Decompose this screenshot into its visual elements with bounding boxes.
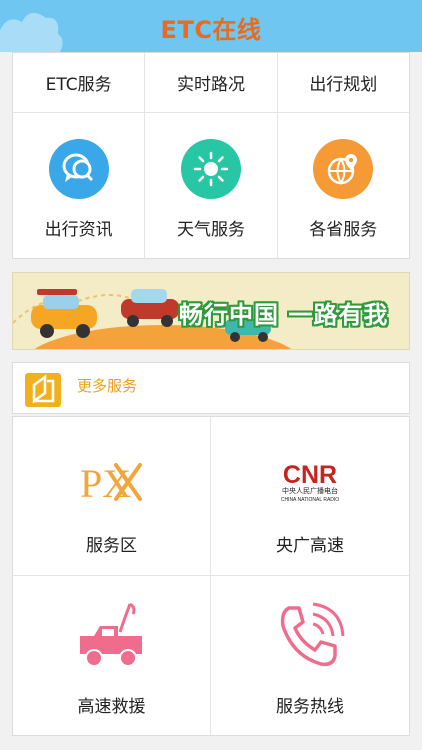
app-header: ETC在线: [0, 0, 422, 52]
province-service-button[interactable]: 各省服务: [278, 113, 409, 259]
travel-info-label: 出行资讯: [44, 220, 113, 240]
promo-banner[interactable]: 畅行中国 一路有我: [12, 272, 410, 350]
svg-text:CNR: CNR: [283, 461, 337, 489]
more-services-title: 更多服务: [77, 377, 138, 395]
svg-text:中央人民广播电台: 中央人民广播电台: [282, 486, 338, 495]
highway-rescue-button[interactable]: 高速救援: [13, 576, 211, 735]
cnr-logo-icon: CNR 中央人民广播电台 CHINA NATIONAL RADIO: [272, 451, 348, 511]
realtime-traffic-link[interactable]: 实时路况: [145, 53, 278, 112]
highway-rescue-label: 高速救援: [77, 697, 146, 717]
px-fork-knife-icon: PX: [80, 451, 144, 511]
trip-planning-link[interactable]: 出行规划: [278, 53, 409, 112]
top-links-row: ETC服务 实时路况 出行规划: [13, 53, 409, 113]
cnr-highway-label: 央广高速: [276, 536, 344, 556]
app-title: ETC在线: [160, 16, 262, 44]
weather-service-button[interactable]: 天气服务: [145, 113, 278, 259]
service-hotline-label: 服务热线: [276, 697, 344, 717]
globe-pin-icon: [313, 139, 374, 199]
banner-slogan: 畅行中国 一路有我: [179, 301, 389, 329]
service-icons-row: 出行资讯 天气服务 各省服务: [13, 113, 409, 259]
svg-text:CHINA NATIONAL RADIO: CHINA NATIONAL RADIO: [281, 497, 339, 503]
services-grid: PX 服务区 CNR 中央人民广播电台 CHINA NATIONAL RADIO…: [12, 416, 410, 736]
etc-service-link[interactable]: ETC服务: [13, 53, 146, 112]
more-services-icon: [25, 373, 61, 407]
phone-icon: [275, 602, 345, 672]
weather-service-label: 天气服务: [176, 220, 245, 240]
cnr-highway-button[interactable]: CNR 中央人民广播电台 CHINA NATIONAL RADIO 央广高速: [211, 417, 409, 576]
service-area-button[interactable]: PX 服务区: [13, 417, 211, 576]
chat-bubbles-icon: [48, 139, 109, 199]
service-area-label: 服务区: [86, 536, 137, 556]
service-hotline-button[interactable]: 服务热线: [211, 576, 409, 735]
main-services-card: ETC服务 实时路况 出行规划 出行资讯 天气服务 各省服务: [12, 52, 410, 259]
tow-truck-icon: [76, 602, 148, 672]
province-service-label: 各省服务: [309, 220, 378, 240]
svg-text:PX: PX: [80, 461, 131, 503]
travel-info-button[interactable]: 出行资讯: [13, 113, 146, 259]
more-services-header: 更多服务: [12, 362, 410, 414]
sun-icon: [180, 139, 241, 199]
